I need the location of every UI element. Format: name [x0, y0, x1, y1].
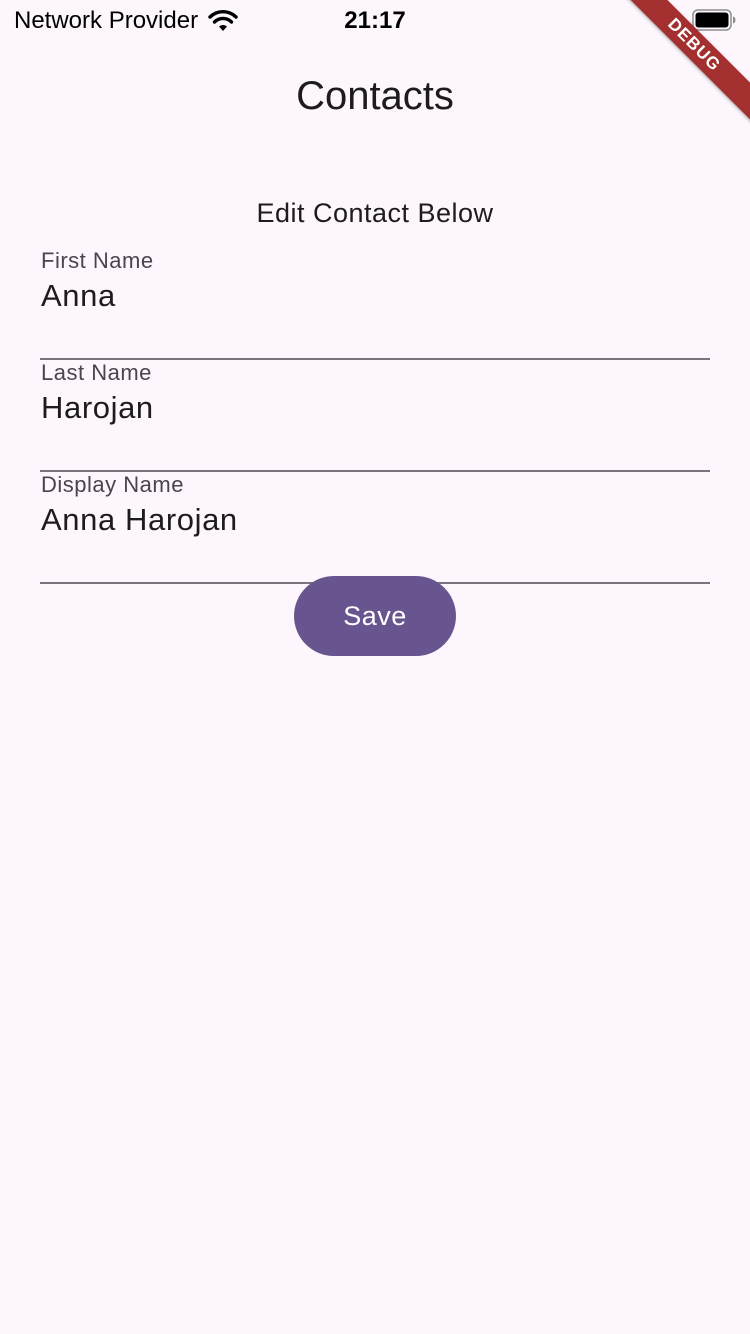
page-title: Contacts [296, 74, 454, 118]
first-name-input[interactable] [41, 278, 701, 314]
first-name-field[interactable]: First Name [40, 248, 710, 360]
screen: Network Provider 21:17 DEBUG Contacts Ed… [0, 0, 750, 1334]
first-name-label: First Name [41, 248, 154, 273]
form-heading: Edit Contact Below [256, 198, 494, 228]
display-name-field[interactable]: Display Name [40, 472, 710, 584]
display-name-input[interactable] [41, 502, 701, 538]
last-name-field[interactable]: Last Name [40, 360, 710, 472]
save-button[interactable]: Save [294, 576, 456, 656]
display-name-label: Display Name [41, 472, 184, 497]
last-name-input[interactable] [41, 390, 701, 426]
status-time: 21:17 [344, 7, 406, 34]
battery-icon [692, 9, 736, 31]
last-name-label: Last Name [41, 360, 152, 385]
